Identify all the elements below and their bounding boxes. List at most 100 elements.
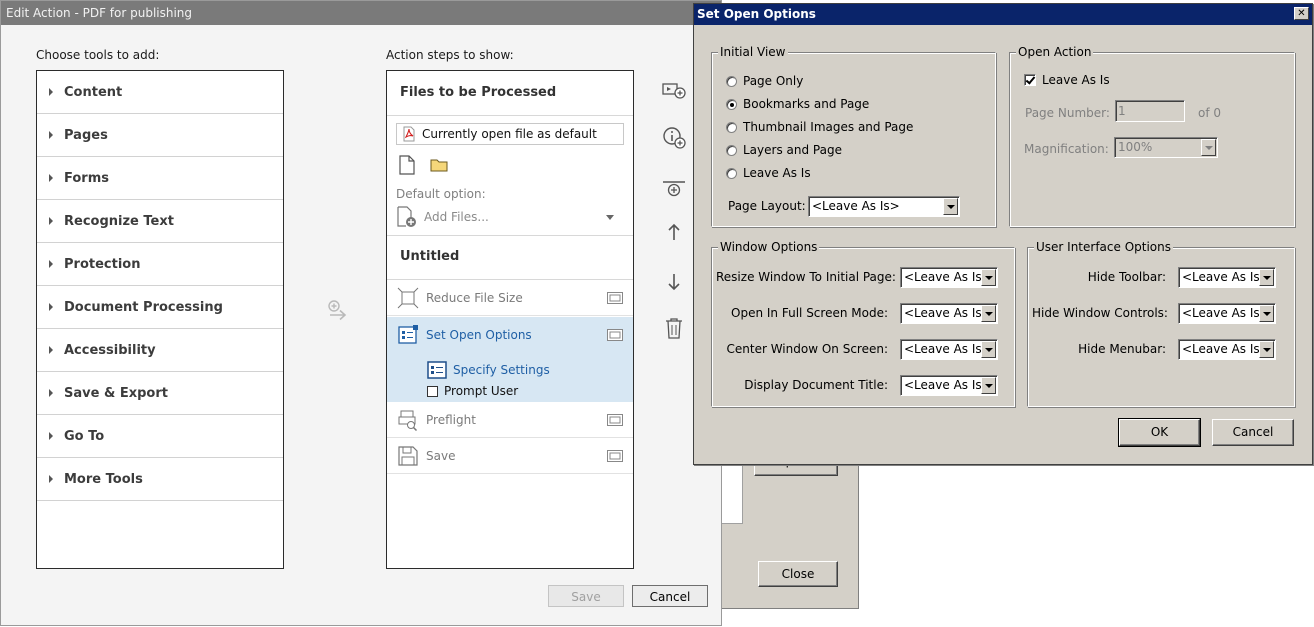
center-window-select[interactable]: <Leave As Is> xyxy=(900,339,998,360)
leave-as-is-option[interactable]: Leave As Is xyxy=(1024,73,1110,87)
prompt-user-checkbox[interactable] xyxy=(427,385,438,397)
tool-category-protection[interactable]: Protection xyxy=(37,243,283,286)
tool-category-label: Save & Export xyxy=(64,385,168,401)
magnification-select[interactable]: 100% xyxy=(1114,137,1218,158)
step-reduce-file-size[interactable]: Reduce File Size xyxy=(387,280,633,316)
action-steps-label: Action steps to show: xyxy=(386,48,514,62)
initial-view-option[interactable]: Leave As Is xyxy=(726,166,811,180)
tool-category-content[interactable]: Content xyxy=(37,71,283,114)
edit-action-window: Edit Action - PDF for publishing Choose … xyxy=(0,0,722,626)
expand-triangle-icon xyxy=(49,475,53,483)
option-label: Thumbnail Images and Page xyxy=(743,120,914,134)
reduce-file-size-icon xyxy=(396,286,420,310)
radio-button[interactable] xyxy=(726,144,737,156)
tool-category-forms[interactable]: Forms xyxy=(37,157,283,200)
chevron-down-icon xyxy=(1259,305,1274,322)
close-icon[interactable]: ✕ xyxy=(1294,7,1309,20)
tool-category-go-to[interactable]: Go To xyxy=(37,415,283,458)
tool-category-label: More Tools xyxy=(64,471,143,487)
tool-category-label: Document Processing xyxy=(64,299,223,315)
chevron-down-icon xyxy=(606,214,614,220)
option-label: Leave As Is xyxy=(743,166,811,180)
add-step-arrow-icon[interactable] xyxy=(327,299,349,323)
step-set-open-options[interactable]: Set Open Options xyxy=(387,317,633,353)
select-value: <Leave As Is> xyxy=(904,270,992,284)
add-file-icon[interactable] xyxy=(398,155,416,178)
tool-category-more-tools[interactable]: More Tools xyxy=(37,458,283,501)
step-options-icon[interactable] xyxy=(607,449,623,462)
radio-button[interactable] xyxy=(726,167,737,179)
display-document-title-select[interactable]: <Leave As Is> xyxy=(900,375,998,396)
tool-category-accessibility[interactable]: Accessibility xyxy=(37,329,283,372)
initial-view-option[interactable]: Bookmarks and Page xyxy=(726,97,869,111)
user-interface-options-group: User Interface Options Hide Toolbar: <Le… xyxy=(1027,240,1295,407)
hide-window-controls-select[interactable]: <Leave As Is> xyxy=(1178,303,1276,324)
expand-triangle-icon xyxy=(49,174,53,182)
initial-view-option[interactable]: Page Only xyxy=(726,74,803,88)
expand-triangle-icon xyxy=(49,303,53,311)
close-button[interactable]: Close xyxy=(758,561,838,587)
window-options-group: Window Options Resize Window To Initial … xyxy=(711,240,1015,407)
tool-category-recognize-text[interactable]: Recognize Text xyxy=(37,200,283,243)
initial-view-option[interactable]: Layers and Page xyxy=(726,143,842,157)
tool-category-label: Content xyxy=(64,84,123,100)
window-title: Edit Action - PDF for publishing xyxy=(1,1,721,25)
tool-category-label: Forms xyxy=(64,170,109,186)
step-options-icon[interactable] xyxy=(607,291,623,304)
option-label: Page Only xyxy=(743,74,804,88)
step-options-icon[interactable] xyxy=(607,413,623,426)
add-divider-icon[interactable] xyxy=(661,175,687,201)
set-open-options-icon xyxy=(396,323,420,347)
choose-tools-label: Choose tools to add: xyxy=(36,48,160,62)
add-files-label: Add Files... xyxy=(424,210,489,224)
save-button[interactable]: Save xyxy=(548,585,624,607)
specify-settings-link[interactable]: Specify Settings xyxy=(427,361,550,379)
chevron-down-icon xyxy=(981,341,996,358)
move-up-arrow-icon[interactable] xyxy=(661,219,687,245)
add-panel-icon[interactable] xyxy=(661,77,687,103)
step-label: Save xyxy=(426,448,456,463)
cancel-button[interactable]: Cancel xyxy=(1212,419,1294,446)
radio-button[interactable] xyxy=(726,75,737,87)
tool-category-label: Protection xyxy=(64,256,141,272)
initial-view-option[interactable]: Thumbnail Images and Page xyxy=(726,120,913,134)
tools-list: Content Pages Forms Recognize Text Prote… xyxy=(36,70,284,569)
add-files-icon xyxy=(396,206,418,228)
radio-button[interactable] xyxy=(726,98,737,110)
save-icon xyxy=(396,444,420,468)
tool-category-pages[interactable]: Pages xyxy=(37,114,283,157)
radio-button[interactable] xyxy=(726,121,737,133)
expand-triangle-icon xyxy=(49,88,53,96)
leave-as-is-checkbox[interactable] xyxy=(1024,74,1036,86)
cancel-button[interactable]: Cancel xyxy=(632,585,708,607)
trash-icon[interactable] xyxy=(661,315,687,341)
divider xyxy=(387,235,633,236)
resize-window-select[interactable]: <Leave As Is> xyxy=(900,267,998,288)
step-preflight[interactable]: Preflight xyxy=(387,402,633,438)
option-label: Bookmarks and Page xyxy=(743,97,870,111)
tool-category-label: Go To xyxy=(64,428,105,444)
ok-button[interactable]: OK xyxy=(1118,418,1201,447)
hide-toolbar-select[interactable]: <Leave As Is> xyxy=(1178,267,1276,288)
full-screen-mode-select[interactable]: <Leave As Is> xyxy=(900,303,998,324)
add-instruction-step-icon[interactable] xyxy=(661,125,687,151)
hide-menubar-select[interactable]: <Leave As Is> xyxy=(1178,339,1276,360)
page-layout-select[interactable]: <Leave As Is> xyxy=(808,196,960,217)
prompt-user-option[interactable]: Prompt User xyxy=(427,384,518,398)
move-down-arrow-icon[interactable] xyxy=(661,269,687,295)
current-file-item[interactable]: Currently open file as default xyxy=(396,123,624,145)
tool-category-save-export[interactable]: Save & Export xyxy=(37,372,283,415)
actions-list-pane xyxy=(722,460,743,524)
tool-category-document-processing[interactable]: Document Processing xyxy=(37,286,283,329)
step-label: Set Open Options xyxy=(426,328,532,342)
group-label: User Interface Options xyxy=(1034,240,1174,254)
hide-window-controls-label: Hide Window Controls: xyxy=(1032,306,1168,320)
add-files-dropdown[interactable]: Add Files... xyxy=(396,205,622,229)
select-value: <Leave As Is> xyxy=(904,306,992,320)
page-number-input[interactable]: 1 xyxy=(1115,100,1185,122)
select-value: <Leave As Is> xyxy=(812,199,900,213)
select-value: <Leave As Is> xyxy=(904,342,992,356)
step-save[interactable]: Save xyxy=(387,438,633,474)
step-options-icon[interactable] xyxy=(607,329,623,341)
add-folder-icon[interactable] xyxy=(430,157,448,176)
